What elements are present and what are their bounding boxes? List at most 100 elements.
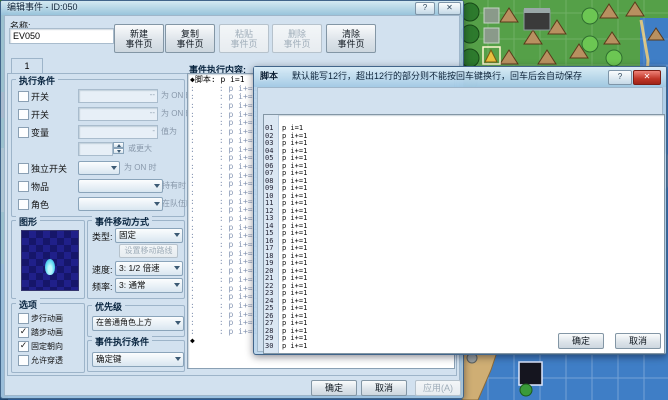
chevron-down-icon [174,266,180,270]
script-line: 08p i+=1 [264,178,664,186]
movement-title: 事件移动方式 [92,215,152,228]
switch2-label: 开关 [31,108,49,121]
actor-label: 角色 [31,198,49,211]
priority-select[interactable]: 在普通角色上方 [92,316,184,331]
apply-button[interactable]: 应用(A) [415,380,461,396]
script-line: 21p i+=1 [264,275,664,283]
variable-value-spinner[interactable] [78,142,113,156]
script-line: 22p i+=1 [264,283,664,291]
chevron-down-icon [154,202,160,206]
script-line: 14p i+=1 [264,223,664,231]
paste-page-button[interactable]: 粘贴 事件页 [219,24,269,53]
script-line: 11p i+=1 [264,200,664,208]
priority-title: 优先级 [92,300,125,313]
script-line: 06p i+=1 [264,163,664,171]
script-line: 23p i+=1 [264,290,664,298]
move-speed-select[interactable]: 3: 1/2 倍速 [115,261,183,276]
script-cancel-button[interactable]: 取消 [615,333,661,349]
dialog-title: 编辑事件 - ID:050 [1,2,78,12]
item-checkbox[interactable] [18,181,29,192]
script-line: 04p i+=1 [264,148,664,156]
variable-label: 变量 [31,126,49,139]
chevron-down-icon [174,233,180,237]
item-label: 物品 [31,180,49,193]
self-switch-label: 独立开关 [31,162,67,175]
script-line: 16p i+=1 [264,238,664,246]
graphic-title: 图形 [16,215,40,228]
flame-sprite [45,259,55,275]
new-page-button[interactable]: 新建 事件页 [114,24,164,53]
script-line: 01p i=1 [264,125,664,133]
trigger-group: 事件执行条件 确定键 [87,340,185,372]
script-line: 19p i+=1 [264,260,664,268]
script-line: 07p i+=1 [264,170,664,178]
self-switch-select[interactable] [78,161,120,175]
tab-page-1[interactable]: 1 [11,58,43,74]
switch1-label: 开关 [31,90,49,103]
script-help-button[interactable]: ? [608,70,632,85]
script-line: 15p i+=1 [264,230,664,238]
script-editor[interactable]: 01p i=102p i+=103p i+=104p i+=105p i+=10… [263,114,665,354]
self-switch-checkbox[interactable] [18,163,29,174]
script-lines: 01p i=102p i+=103p i+=104p i+=105p i+=10… [264,125,664,350]
ok-button[interactable]: 确定 [311,380,357,396]
switch2-field[interactable]: -- [78,107,158,121]
graphic-preview[interactable] [21,230,79,291]
through-checkbox[interactable] [18,355,29,366]
switch1-field[interactable]: -- [78,89,158,103]
script-line: 28p i+=1 [264,328,664,336]
script-line: 03p i+=1 [264,140,664,148]
script-line: 17p i+=1 [264,245,664,253]
conditions-group: 执行条件 开关 -- 为 ON 时 开关 -- 为 ON 时 变量 - 值为 [11,79,185,217]
clear-page-button[interactable]: 清除 事件页 [326,24,376,53]
actor-select[interactable] [78,197,163,211]
script-line: 27p i+=1 [264,320,664,328]
event-name-input[interactable]: EV050 [9,28,114,44]
cancel-button[interactable]: 取消 [361,380,407,396]
options-title: 选项 [16,298,40,311]
move-freq-select[interactable]: 3: 通常 [115,278,183,293]
script-line: 18p i+=1 [264,253,664,261]
chevron-down-icon [175,357,181,361]
help-button[interactable]: ? [415,2,435,15]
switch1-checkbox[interactable] [18,91,29,102]
trigger-title: 事件执行条件 [92,335,152,348]
move-route-button[interactable]: 设置移动路线 [119,244,178,258]
trigger-select[interactable]: 确定键 [92,352,184,367]
script-dialog-hint: 默认能写12行，超出12行的部分则不能按回车键换行，回车后会自动保存 [292,71,582,81]
movement-group: 事件移动方式 类型: 固定 设置移动路线 速度: 3: 1/2 倍速 频率: 3… [87,220,185,299]
script-ok-button[interactable]: 确定 [558,333,604,349]
variable-field[interactable]: - [78,125,158,139]
script-line: 05p i+=1 [264,155,664,163]
copy-page-button[interactable]: 复制 事件页 [165,24,215,53]
script-line: 13p i+=1 [264,215,664,223]
script-line: 09p i+=1 [264,185,664,193]
walk-anim-checkbox[interactable] [18,313,29,324]
script-line: 29p i+=1 [264,335,664,343]
move-type-select[interactable]: 固定 [115,228,183,243]
fixed-direction-checkbox[interactable] [18,341,29,352]
script-close-icon[interactable]: ✕ [633,70,661,85]
chevron-down-icon [175,321,181,325]
item-select[interactable] [78,179,163,193]
priority-group: 优先级 在普通角色上方 [87,305,185,337]
switch2-checkbox[interactable] [18,109,29,120]
script-titlebar[interactable]: 脚本默认能写12行，超出12行的部分则不能按回车键换行，回车后会自动保存 [254,67,666,87]
script-line: 10p i+=1 [264,193,664,201]
edit-event-titlebar[interactable]: 编辑事件 - ID:050 [1,1,463,15]
variable-checkbox[interactable] [18,127,29,138]
conditions-title: 执行条件 [16,74,58,87]
close-icon[interactable]: ✕ [438,2,461,15]
actor-checkbox[interactable] [18,199,29,210]
script-line: 12p i+=1 [264,208,664,216]
step-anim-checkbox[interactable] [18,327,29,338]
script-line: 20p i+=1 [264,268,664,276]
script-line: 25p i+=1 [264,305,664,313]
options-group: 选项 步行动画 踏步动画 固定朝向 允许穿透 [11,303,85,373]
script-line: 26p i+=1 [264,313,664,321]
script-line: 30p i+=1 [264,343,664,351]
chevron-down-icon [174,283,180,287]
spinner-down-icon[interactable] [113,148,124,154]
delete-page-button[interactable]: 删除 事件页 [272,24,322,53]
script-line: 24p i+=1 [264,298,664,306]
